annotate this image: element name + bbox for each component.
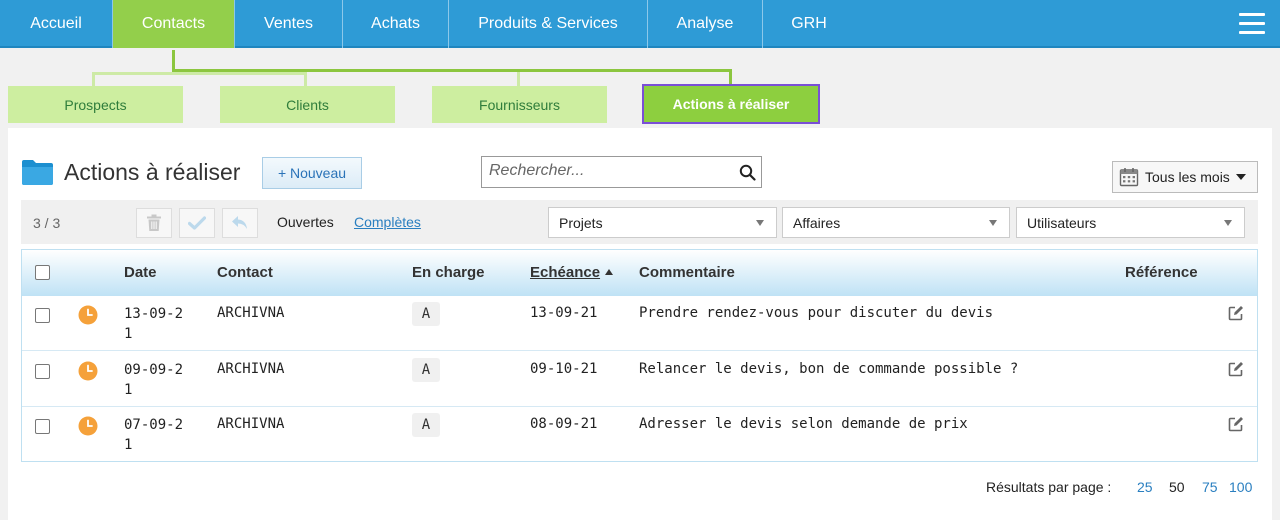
row-date: 07-09-21: [124, 417, 184, 453]
subtab-fournisseurs[interactable]: Fournisseurs: [432, 86, 607, 123]
column-header-reference[interactable]: Référence: [1125, 264, 1198, 281]
actions-table: Date Contact En charge Echéance Commenta…: [21, 249, 1258, 462]
connector-line: [304, 72, 307, 86]
row-contact[interactable]: ARCHIVNA: [217, 305, 284, 321]
reopen-button[interactable]: [222, 208, 258, 238]
row-comment: Relancer le devis, bon de commande possi…: [639, 361, 1019, 377]
sort-ascending-icon: [605, 269, 614, 275]
row-contact[interactable]: ARCHIVNA: [217, 416, 284, 432]
hamburger-icon[interactable]: [1239, 13, 1265, 35]
new-button[interactable]: + Nouveau: [262, 157, 362, 189]
chevron-down-icon: [756, 220, 764, 226]
page-size-option-50[interactable]: 50: [1169, 479, 1185, 495]
column-header-en-charge[interactable]: En charge: [412, 264, 485, 281]
connector-line: [729, 69, 732, 85]
row-checkbox[interactable]: [35, 308, 50, 323]
undo-arrow-icon: [232, 216, 247, 229]
row-comment: Prendre rendez-vous pour discuter du dev…: [639, 305, 994, 321]
row-checkbox[interactable]: [35, 419, 50, 434]
subtab-prospects[interactable]: Prospects: [8, 86, 183, 123]
table-row[interactable]: 07-09-21 ARCHIVNA A 08-09-21 Adresser le…: [22, 407, 1257, 462]
column-header-commentaire[interactable]: Commentaire: [639, 264, 735, 281]
nav-item-contacts[interactable]: Contacts: [113, 0, 235, 48]
affaires-select[interactable]: Affaires: [782, 207, 1010, 238]
delete-button[interactable]: [136, 208, 172, 238]
trash-icon: [147, 214, 161, 231]
search-icon[interactable]: [739, 164, 756, 181]
row-due-date: 09-10-21: [530, 361, 598, 377]
top-navigation: Accueil Contacts Ventes Achats Produits …: [0, 0, 1280, 48]
connector-line: [92, 72, 95, 86]
users-select[interactable]: Utilisateurs: [1016, 207, 1245, 238]
table-row[interactable]: 09-09-21 ARCHIVNA A 09-10-21 Relancer le…: [22, 352, 1257, 407]
nav-item-accueil[interactable]: Accueil: [0, 0, 113, 48]
row-checkbox[interactable]: [35, 364, 50, 379]
clock-icon: [78, 416, 98, 436]
page-title: Actions à réaliser: [64, 159, 241, 185]
connector-line: [517, 72, 520, 86]
subtab-actions-a-realiser[interactable]: Actions à réaliser: [642, 84, 820, 124]
search-box: [481, 156, 762, 188]
clock-icon: [78, 361, 98, 381]
row-assignee-badge: A: [412, 413, 440, 437]
table-header: Date Contact En charge Echéance Commenta…: [22, 250, 1257, 296]
projects-select[interactable]: Projets: [548, 207, 777, 238]
filter-open-link[interactable]: Ouvertes: [277, 214, 334, 230]
row-due-date: 08-09-21: [530, 416, 598, 432]
nav-item-ventes[interactable]: Ventes: [235, 0, 343, 48]
select-all-checkbox[interactable]: [35, 265, 50, 280]
page-size-option-25[interactable]: 25: [1137, 479, 1153, 495]
edit-icon[interactable]: [1228, 305, 1244, 321]
row-assignee-badge: A: [412, 302, 440, 326]
row-assignee-badge: A: [412, 358, 440, 382]
filter-complete-link[interactable]: Complètes: [354, 214, 421, 230]
row-contact[interactable]: ARCHIVNA: [217, 361, 284, 377]
nav-item-grh[interactable]: GRH: [763, 0, 855, 48]
month-filter-label: Tous les mois: [1145, 169, 1230, 185]
result-count: 3 / 3: [33, 215, 61, 231]
connector-line: [92, 72, 305, 75]
check-icon: [188, 216, 206, 230]
column-header-contact[interactable]: Contact: [217, 264, 273, 281]
edit-icon[interactable]: [1228, 361, 1244, 377]
nav-item-analyse[interactable]: Analyse: [648, 0, 763, 48]
search-input[interactable]: [482, 157, 722, 185]
column-header-echeance[interactable]: Echéance: [530, 264, 614, 281]
results-per-page-label: Résultats par page :: [986, 479, 1112, 495]
row-comment: Adresser le devis selon demande de prix: [639, 416, 968, 432]
page-size-option-100[interactable]: 100: [1229, 479, 1252, 495]
nav-item-achats[interactable]: Achats: [343, 0, 449, 48]
row-date: 09-09-21: [124, 362, 184, 398]
chevron-down-icon: [989, 220, 997, 226]
edit-icon[interactable]: [1228, 416, 1244, 432]
complete-button[interactable]: [179, 208, 215, 238]
clock-icon: [78, 305, 98, 325]
table-row[interactable]: 13-09-21 ARCHIVNA A 13-09-21 Prendre ren…: [22, 296, 1257, 351]
calendar-icon: [1119, 168, 1139, 187]
subtab-clients[interactable]: Clients: [220, 86, 395, 123]
nav-item-produits-services[interactable]: Produits & Services: [449, 0, 648, 48]
page-size-option-75[interactable]: 75: [1202, 479, 1218, 495]
column-header-date[interactable]: Date: [124, 264, 157, 281]
chevron-down-icon: [1235, 174, 1246, 180]
month-filter-dropdown[interactable]: Tous les mois: [1112, 161, 1258, 193]
folder-icon: [22, 160, 53, 185]
row-date: 13-09-21: [124, 306, 184, 342]
row-due-date: 13-09-21: [530, 305, 598, 321]
chevron-down-icon: [1224, 220, 1232, 226]
